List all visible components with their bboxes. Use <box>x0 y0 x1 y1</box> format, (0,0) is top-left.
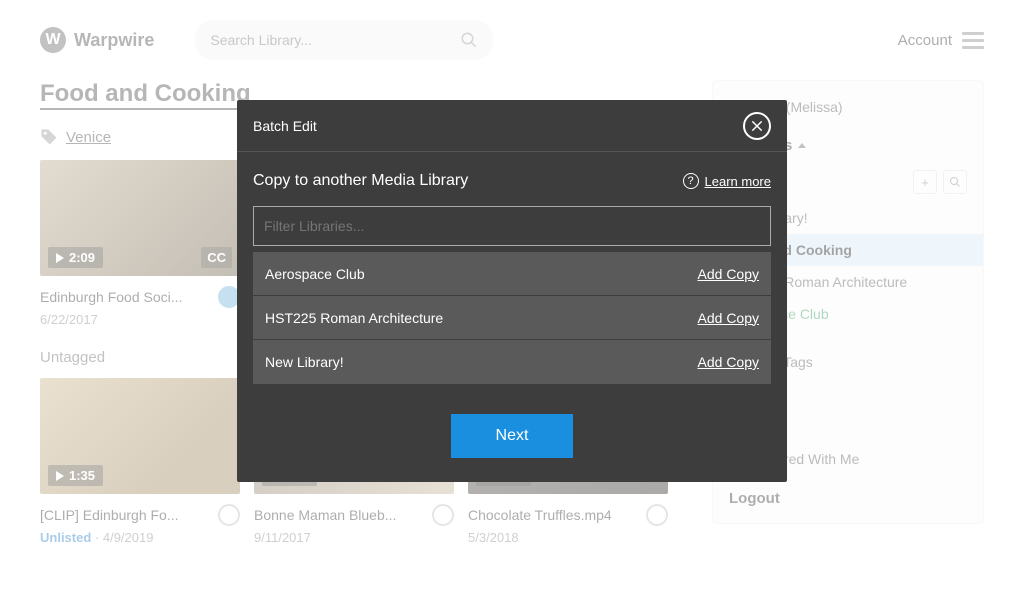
library-row: HST225 Roman Architecture Add Copy <box>253 296 771 340</box>
add-copy-button[interactable]: Add Copy <box>698 266 759 282</box>
filter-libraries-input[interactable] <box>253 206 771 246</box>
modal-overlay: Batch Edit Copy to another Media Library… <box>0 0 1024 600</box>
next-button[interactable]: Next <box>451 414 573 458</box>
add-copy-button[interactable]: Add Copy <box>698 354 759 370</box>
library-name: New Library! <box>265 354 344 370</box>
library-row: New Library! Add Copy <box>253 340 771 384</box>
close-button[interactable] <box>743 112 771 140</box>
add-copy-button[interactable]: Add Copy <box>698 310 759 326</box>
batch-edit-modal: Batch Edit Copy to another Media Library… <box>237 100 787 482</box>
library-name: Aerospace Club <box>265 266 365 282</box>
help-icon[interactable]: ? <box>683 173 699 189</box>
library-row: Aerospace Club Add Copy <box>253 252 771 296</box>
modal-subtitle: Copy to another Media Library <box>253 172 468 190</box>
modal-title: Batch Edit <box>253 118 317 134</box>
learn-more-link[interactable]: Learn more <box>705 174 771 189</box>
library-name: HST225 Roman Architecture <box>265 310 443 326</box>
